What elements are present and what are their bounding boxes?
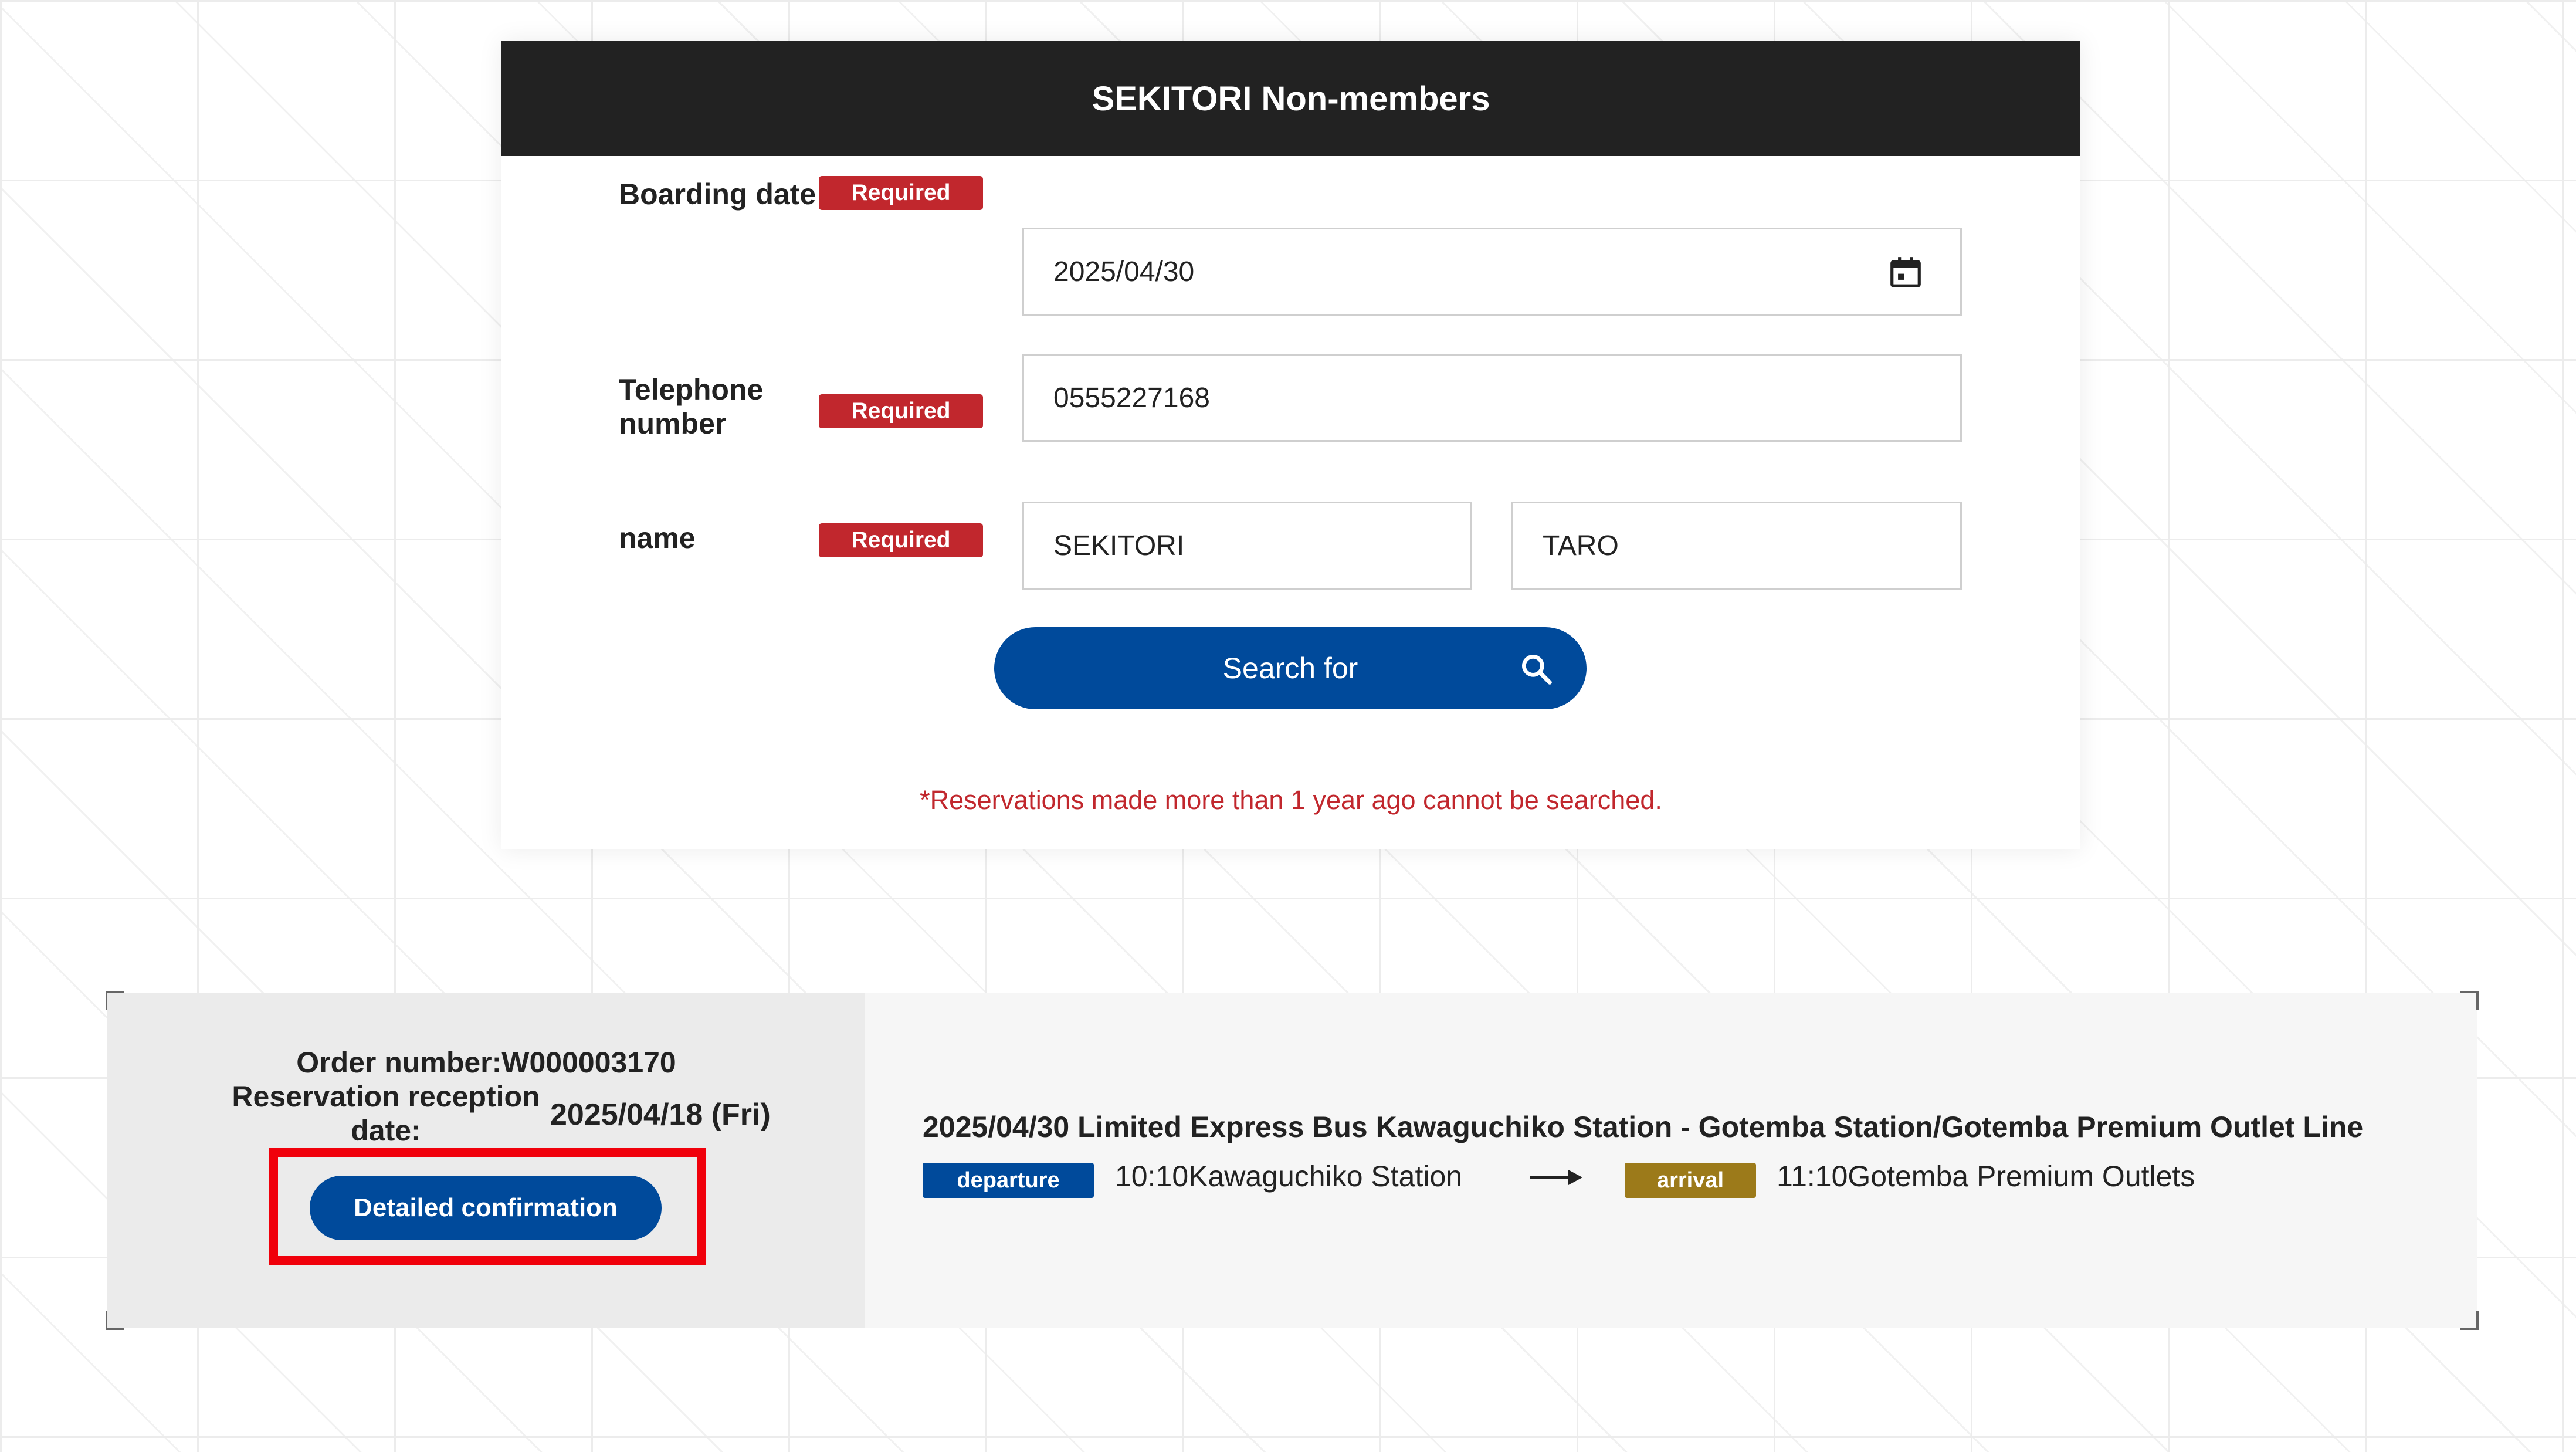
telephone-label: Telephone number (619, 373, 763, 441)
corner-mark (2460, 991, 2479, 1010)
first-name-value: TARO (1543, 530, 1619, 561)
boarding-date-field[interactable]: 2025/04/30 (1022, 228, 1962, 316)
telephone-value: 0555227168 (1053, 382, 1210, 414)
route-title: 2025/04/30 Limited Express Bus Kawaguchi… (923, 1111, 2364, 1143)
reception-label-line2: date: (351, 1114, 421, 1147)
reception-date: 2025/04/18 (Fri) (550, 1098, 771, 1132)
telephone-label-line2: number (619, 407, 727, 440)
corner-mark (2460, 1311, 2479, 1330)
reception-date-label: Reservation reception date: (210, 1079, 562, 1148)
reservation-result: Order number:W000003170 Reservation rece… (106, 991, 2479, 1330)
search-button-label: Search for (1222, 652, 1358, 685)
last-name-value: SEKITORI (1053, 530, 1185, 561)
search-note: *Reservations made more than 1 year ago … (920, 785, 1662, 815)
arrival-tag: arrival (1625, 1163, 1756, 1198)
arrow-right-icon (1530, 1170, 1582, 1185)
order-number: Order number:W000003170 (296, 1046, 676, 1079)
search-card: SEKITORI Non-members Boarding date Requi… (501, 41, 2080, 849)
telephone-field[interactable]: 0555227168 (1022, 354, 1962, 442)
order-summary: Order number:W000003170 Reservation rece… (107, 993, 865, 1328)
calendar-icon[interactable] (1887, 254, 1924, 290)
arrival-stop: 11:10Gotemba Premium Outlets (1777, 1160, 2195, 1193)
boarding-date-value: 2025/04/30 (1053, 256, 1195, 287)
required-badge: Required (819, 176, 983, 210)
boarding-date-label: Boarding date (619, 178, 816, 211)
search-button[interactable]: Search for (994, 627, 1587, 709)
reception-label-line1: Reservation reception (232, 1080, 540, 1113)
required-badge: Required (819, 394, 983, 428)
search-icon (1521, 654, 1552, 685)
detailed-confirmation-button[interactable]: Detailed confirmation (310, 1176, 662, 1240)
departure-stop: 10:10Kawaguchiko Station (1115, 1160, 1463, 1193)
name-label: name (619, 522, 696, 554)
telephone-label-line1: Telephone (619, 373, 764, 406)
first-name-field[interactable]: TARO (1511, 502, 1962, 590)
departure-tag: departure (923, 1163, 1094, 1198)
last-name-field[interactable]: SEKITORI (1022, 502, 1472, 590)
card-title: SEKITORI Non-members (501, 41, 2080, 156)
required-badge: Required (819, 523, 983, 557)
